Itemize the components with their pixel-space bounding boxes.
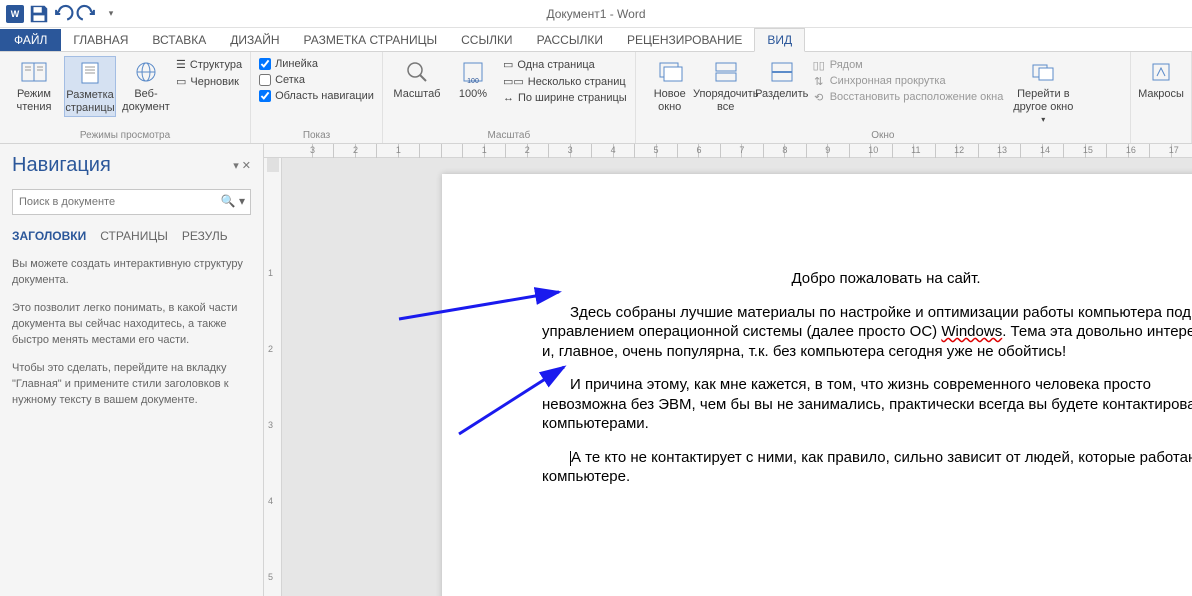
- nav-tab-headings[interactable]: ЗАГОЛОВКИ: [12, 229, 86, 243]
- split-icon: [766, 58, 798, 86]
- new-window-icon: [654, 58, 686, 86]
- doc-paragraph-4: А те кто не контактирует с ними, как пра…: [542, 448, 1192, 487]
- horizontal-ruler[interactable]: 3 2 1 1 2 3 4 5 6 7 8 9 10 11 12 13 14 1…: [264, 144, 1192, 158]
- tab-references[interactable]: ССЫЛКИ: [449, 29, 524, 51]
- arrange-all-button[interactable]: Упорядочить все: [700, 56, 752, 115]
- group-macros: Макросы: [1131, 52, 1192, 143]
- group-zoom: Масштаб 100 100% ▭Одна страница ▭▭Нескол…: [383, 52, 636, 143]
- spell-error: Windows: [941, 323, 1002, 340]
- read-mode-icon: [18, 58, 50, 86]
- nav-close-button[interactable]: ▾ ✕: [233, 159, 251, 172]
- multi-page-icon: ▭▭: [503, 75, 524, 88]
- ribbon-tabs: ФАЙЛ ГЛАВНАЯ ВСТАВКА ДИЗАЙН РАЗМЕТКА СТР…: [0, 28, 1192, 52]
- group-window: Новое окно Упорядочить все Разделить ▯▯Р…: [636, 52, 1131, 143]
- tab-view[interactable]: ВИД: [754, 28, 805, 52]
- read-mode-button[interactable]: Режим чтения: [8, 56, 60, 115]
- vertical-ruler[interactable]: 1 2 3 4 5: [264, 158, 282, 596]
- macros-button[interactable]: Макросы: [1139, 56, 1183, 103]
- nav-tab-pages[interactable]: СТРАНИЦЫ: [100, 229, 168, 243]
- web-layout-label: Веб-документ: [122, 88, 170, 113]
- zoom-100-icon: 100: [457, 58, 489, 86]
- search-icon[interactable]: 🔍 ▾: [221, 194, 245, 208]
- one-page-button[interactable]: ▭Одна страница: [503, 58, 627, 71]
- doc-paragraph-2: Здесь собраны лучшие материалы по настро…: [542, 303, 1192, 362]
- group-window-label: Окно: [644, 128, 1122, 141]
- zoom-100-button[interactable]: 100 100%: [447, 56, 499, 103]
- group-show: Линейка Сетка Область навигации Показ: [251, 52, 383, 143]
- nav-tab-results[interactable]: РЕЗУЛЬ: [182, 229, 228, 243]
- save-button[interactable]: [28, 3, 50, 25]
- side-by-side-button: ▯▯Рядом: [812, 58, 1004, 72]
- multi-page-button[interactable]: ▭▭Несколько страниц: [503, 75, 627, 88]
- tab-mailings[interactable]: РАССЫЛКИ: [525, 29, 615, 51]
- navigation-pane: Навигация ▾ ✕ 🔍 ▾ ЗАГОЛОВКИ СТРАНИЦЫ РЕЗ…: [0, 144, 264, 596]
- doc-paragraph-1: Добро пожаловать на сайт.: [542, 269, 1192, 289]
- zoom-button[interactable]: Масштаб: [391, 56, 443, 103]
- main-area: Навигация ▾ ✕ 🔍 ▾ ЗАГОЛОВКИ СТРАНИЦЫ РЕЗ…: [0, 144, 1192, 596]
- group-views-label: Режимы просмотра: [8, 128, 242, 141]
- undo-button[interactable]: [52, 3, 74, 25]
- document-area[interactable]: 3 2 1 1 2 3 4 5 6 7 8 9 10 11 12 13 14 1…: [264, 144, 1192, 596]
- page-width-button[interactable]: ↔По ширине страницы: [503, 92, 627, 104]
- qat-customize[interactable]: ▾: [100, 3, 122, 25]
- zoom-icon: [401, 58, 433, 86]
- tab-insert[interactable]: ВСТАВКА: [140, 29, 218, 51]
- quick-access-toolbar: W ▾: [0, 3, 122, 25]
- sync-icon: ⇅: [812, 74, 826, 88]
- group-show-label: Показ: [259, 128, 374, 141]
- sync-scroll-button: ⇅Синхронная прокрутка: [812, 74, 1004, 88]
- switch-window-button[interactable]: Перейти в другое окно▾: [1007, 56, 1079, 126]
- outline-icon: ☰: [176, 58, 186, 71]
- switch-icon: [1027, 58, 1059, 86]
- macros-icon: [1145, 58, 1177, 86]
- gridlines-checkbox[interactable]: Сетка: [259, 74, 374, 86]
- print-layout-button[interactable]: Разметка страницы: [64, 56, 116, 117]
- one-page-icon: ▭: [503, 58, 513, 71]
- draft-icon: ▭: [176, 75, 186, 88]
- ruler-checkbox[interactable]: Линейка: [259, 58, 374, 70]
- page-width-icon: ↔: [503, 92, 514, 104]
- draft-button[interactable]: ▭Черновик: [176, 75, 242, 88]
- outline-button[interactable]: ☰Структура: [176, 58, 242, 71]
- group-views: Режим чтения Разметка страницы Веб-докум…: [0, 52, 251, 143]
- reset-icon: ⟲: [812, 90, 826, 104]
- arrange-icon: [710, 58, 742, 86]
- reset-window-button: ⟲Восстановить расположение окна: [812, 90, 1004, 104]
- page[interactable]: Добро пожаловать на сайт. Здесь собраны …: [442, 174, 1192, 596]
- print-layout-label: Разметка страницы: [65, 89, 114, 114]
- titlebar: W ▾ Документ1 - Word: [0, 0, 1192, 28]
- web-layout-button[interactable]: Веб-документ: [120, 56, 172, 115]
- ribbon: Режим чтения Разметка страницы Веб-докум…: [0, 52, 1192, 144]
- window-title: Документ1 - Word: [546, 7, 645, 21]
- tab-home[interactable]: ГЛАВНАЯ: [61, 29, 140, 51]
- word-logo: W: [4, 3, 26, 25]
- tab-layout[interactable]: РАЗМЕТКА СТРАНИЦЫ: [292, 29, 450, 51]
- side-icon: ▯▯: [812, 58, 826, 72]
- tab-design[interactable]: ДИЗАЙН: [218, 29, 291, 51]
- new-window-button[interactable]: Новое окно: [644, 56, 696, 115]
- nav-title: Навигация: [12, 154, 111, 177]
- doc-paragraph-3: И причина этому, как мне кажется, в том,…: [542, 375, 1192, 434]
- svg-text:100: 100: [467, 78, 479, 85]
- redo-button[interactable]: [76, 3, 98, 25]
- tab-file[interactable]: ФАЙЛ: [0, 29, 61, 51]
- nav-search-input[interactable]: [12, 189, 251, 215]
- web-layout-icon: [130, 58, 162, 86]
- tab-review[interactable]: РЕЦЕНЗИРОВАНИЕ: [615, 29, 754, 51]
- read-mode-label: Режим чтения: [10, 88, 58, 113]
- group-zoom-label: Масштаб: [391, 128, 627, 141]
- nav-help-text: Вы можете создать интерактивную структур…: [12, 257, 251, 409]
- split-button[interactable]: Разделить: [756, 56, 808, 103]
- navpane-checkbox[interactable]: Область навигации: [259, 90, 374, 102]
- nav-tabs: ЗАГОЛОВКИ СТРАНИЦЫ РЕЗУЛЬ: [12, 229, 251, 243]
- print-layout-icon: [74, 59, 106, 87]
